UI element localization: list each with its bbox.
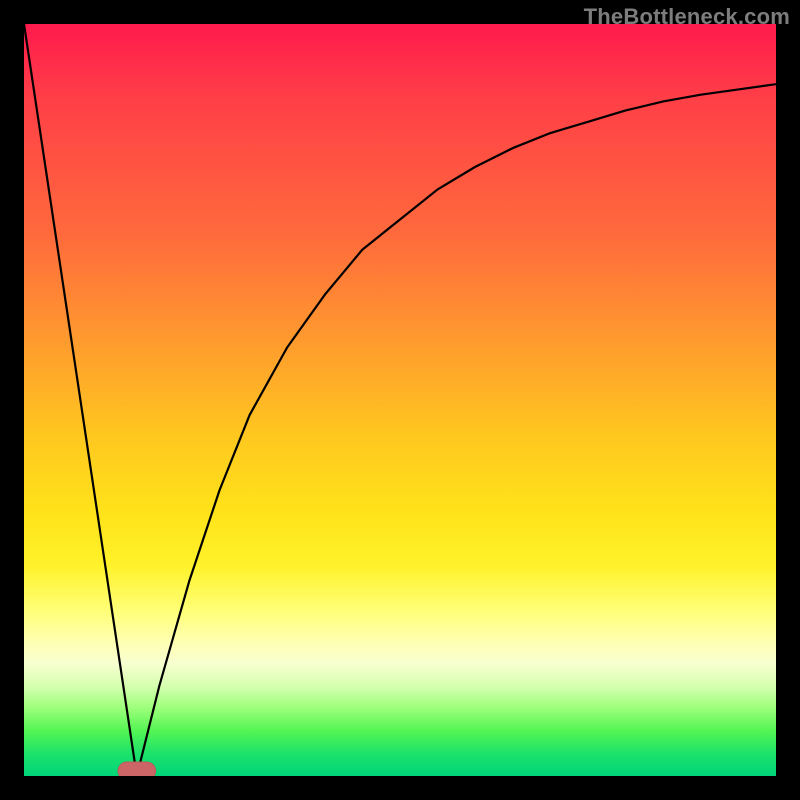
bottleneck-curve — [24, 24, 776, 776]
curve-layer — [24, 24, 776, 776]
plot-area — [24, 24, 776, 776]
optimal-marker — [118, 762, 156, 776]
watermark-text: TheBottleneck.com — [584, 4, 790, 30]
curve-path — [24, 24, 776, 776]
chart-frame: TheBottleneck.com — [0, 0, 800, 800]
optimal-marker-shape — [118, 762, 156, 776]
